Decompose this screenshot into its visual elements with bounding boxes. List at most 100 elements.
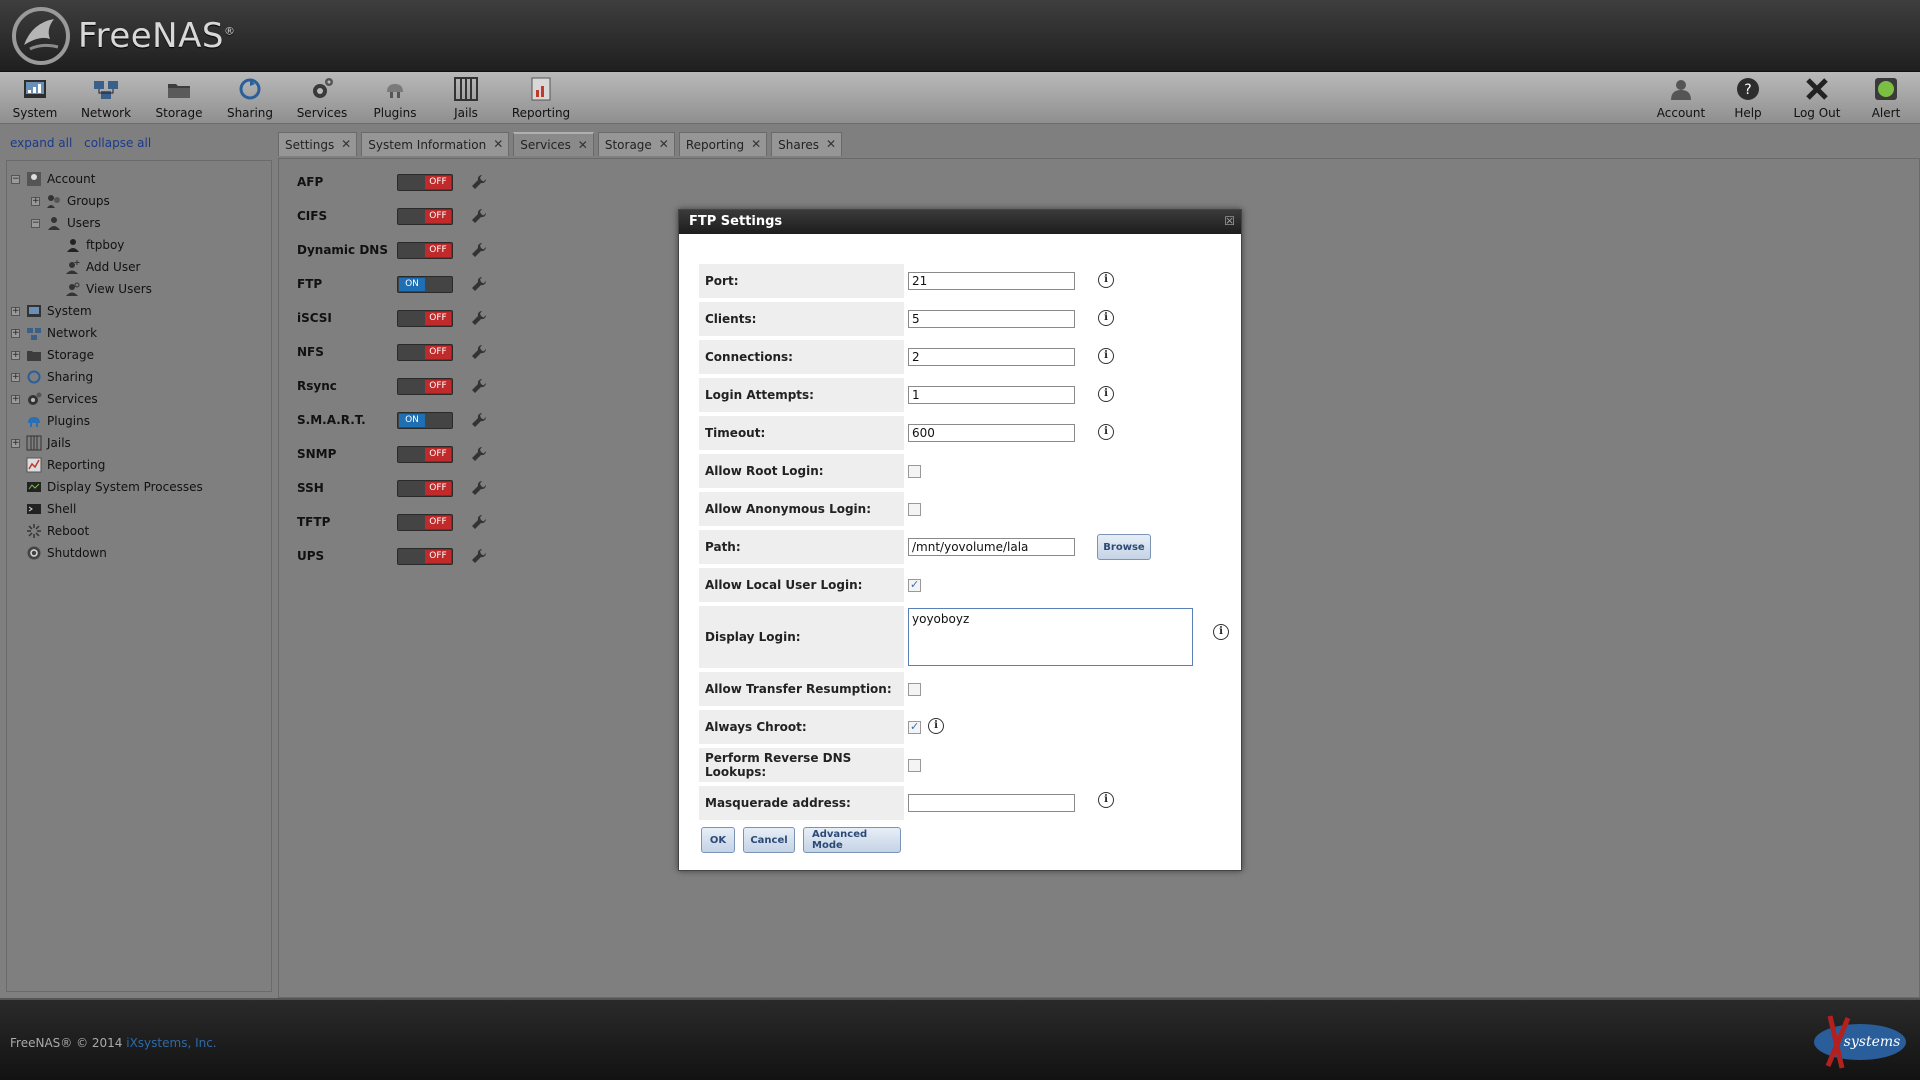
browse-button[interactable]: Browse	[1097, 534, 1151, 560]
expand-icon[interactable]: +	[11, 328, 20, 338]
tree-item-groups[interactable]: + Groups	[31, 191, 110, 211]
tree-item-shell[interactable]: Shell	[26, 499, 76, 519]
expand-icon[interactable]: +	[11, 438, 20, 448]
info-icon[interactable]: i	[1098, 386, 1114, 402]
info-icon[interactable]: i	[928, 718, 944, 734]
info-icon[interactable]: i	[1098, 792, 1114, 808]
tree-item-view-users[interactable]: View Users	[65, 279, 152, 299]
wrench-icon[interactable]	[471, 242, 487, 258]
expand-icon[interactable]: +	[11, 306, 20, 316]
toolbar-alert-button[interactable]: Alert	[1866, 76, 1906, 122]
service-toggle[interactable]: OFF	[397, 207, 453, 225]
toolbar-jails-button[interactable]: Jails	[448, 76, 484, 122]
reverse-dns-checkbox[interactable]	[908, 759, 921, 772]
expand-icon[interactable]: +	[31, 196, 40, 206]
tab-settings[interactable]: Settings ✕	[278, 132, 358, 156]
port-input[interactable]	[908, 272, 1075, 290]
service-toggle[interactable]: OFF	[397, 343, 453, 361]
toolbar-account-button[interactable]: Account	[1656, 76, 1706, 122]
tree-item-reporting[interactable]: Reporting	[26, 455, 105, 475]
close-tab-icon[interactable]: ✕	[578, 138, 588, 152]
close-tab-icon[interactable]: ✕	[659, 137, 669, 151]
service-toggle[interactable]: OFF	[397, 377, 453, 395]
tree-item-services[interactable]: + Services	[11, 389, 98, 409]
service-toggle[interactable]: OFF	[397, 241, 453, 259]
tree-item-jails[interactable]: + Jails	[11, 433, 71, 453]
toolbar-help-button[interactable]: ? Help	[1728, 76, 1768, 122]
close-tab-icon[interactable]: ✕	[341, 137, 351, 151]
wrench-icon[interactable]	[471, 378, 487, 394]
toolbar-services-button[interactable]: Services	[296, 76, 348, 122]
tree-item-display-system-processes[interactable]: Display System Processes	[26, 477, 203, 497]
toolbar-logout-button[interactable]: Log Out	[1792, 76, 1842, 122]
close-tab-icon[interactable]: ✕	[826, 137, 836, 151]
path-input[interactable]	[908, 538, 1075, 556]
tab-services[interactable]: Services ✕	[513, 132, 594, 156]
info-icon[interactable]: i	[1098, 348, 1114, 364]
allow-anonymous-login-checkbox[interactable]	[908, 503, 921, 516]
masquerade-address-input[interactable]	[908, 794, 1075, 812]
close-tab-icon[interactable]: ✕	[751, 137, 761, 151]
service-toggle[interactable]: ON	[397, 275, 453, 293]
tree-item-reboot[interactable]: Reboot	[26, 521, 89, 541]
allow-root-login-checkbox[interactable]	[908, 465, 921, 478]
tree-item-system[interactable]: + System	[11, 301, 92, 321]
toolbar-system-button[interactable]: System	[13, 76, 57, 122]
service-toggle[interactable]: OFF	[397, 513, 453, 531]
wrench-icon[interactable]	[471, 208, 487, 224]
info-icon[interactable]: i	[1098, 310, 1114, 326]
wrench-icon[interactable]	[471, 480, 487, 496]
close-tab-icon[interactable]: ✕	[493, 137, 503, 151]
allow-transfer-resumption-checkbox[interactable]	[908, 683, 921, 696]
wrench-icon[interactable]	[471, 276, 487, 292]
wrench-icon[interactable]	[471, 174, 487, 190]
service-toggle[interactable]: OFF	[397, 479, 453, 497]
service-toggle[interactable]: OFF	[397, 547, 453, 565]
info-icon[interactable]: i	[1098, 272, 1114, 288]
toolbar-plugins-button[interactable]: Plugins	[372, 76, 418, 122]
display-login-textarea[interactable]: yoyoboyz	[908, 608, 1193, 666]
expand-icon[interactable]: +	[11, 350, 20, 360]
toolbar-sharing-button[interactable]: Sharing	[226, 76, 274, 122]
collapse-icon[interactable]: −	[11, 174, 20, 184]
service-toggle[interactable]: ON	[397, 411, 453, 429]
ixsystems-link[interactable]: iXsystems, Inc.	[126, 1036, 216, 1050]
ok-button[interactable]: OK	[701, 827, 735, 853]
tab-storage[interactable]: Storage ✕	[597, 132, 675, 156]
tree-item-network[interactable]: + Network	[11, 323, 97, 343]
tab-shares[interactable]: Shares ✕	[771, 132, 843, 156]
cancel-button[interactable]: Cancel	[743, 827, 795, 853]
service-toggle[interactable]: OFF	[397, 445, 453, 463]
expand-all-link[interactable]: expand all	[10, 136, 72, 150]
wrench-icon[interactable]	[471, 446, 487, 462]
toolbar-storage-button[interactable]: Storage	[156, 76, 202, 122]
info-icon[interactable]: i	[1098, 424, 1114, 440]
wrench-icon[interactable]	[471, 344, 487, 360]
tree-item-shutdown[interactable]: Shutdown	[26, 543, 107, 563]
tree-item-ftpboy[interactable]: ftpboy	[65, 235, 124, 255]
advanced-mode-button[interactable]: Advanced Mode	[803, 827, 901, 853]
always-chroot-checkbox[interactable]	[908, 720, 921, 734]
collapse-all-link[interactable]: collapse all	[84, 136, 151, 150]
expand-icon[interactable]: +	[11, 372, 20, 382]
info-icon[interactable]: i	[1213, 624, 1229, 640]
close-dialog-icon[interactable]: ☒	[1224, 214, 1235, 228]
clients-input[interactable]	[908, 310, 1075, 328]
timeout-input[interactable]	[908, 424, 1075, 442]
wrench-icon[interactable]	[471, 412, 487, 428]
wrench-icon[interactable]	[471, 310, 487, 326]
tab-reporting[interactable]: Reporting ✕	[678, 132, 768, 156]
tree-item-account[interactable]: − Account	[11, 169, 95, 189]
connections-input[interactable]	[908, 348, 1075, 366]
toolbar-reporting-button[interactable]: Reporting	[512, 76, 570, 122]
tree-item-users[interactable]: − Users	[31, 213, 101, 233]
tree-item-sharing[interactable]: + Sharing	[11, 367, 93, 387]
tree-item-add-user[interactable]: Add User	[65, 257, 140, 277]
wrench-icon[interactable]	[471, 548, 487, 564]
service-toggle[interactable]: OFF	[397, 173, 453, 191]
tree-item-storage[interactable]: + Storage	[11, 345, 94, 365]
wrench-icon[interactable]	[471, 514, 487, 530]
login-attempts-input[interactable]	[908, 386, 1075, 404]
service-toggle[interactable]: OFF	[397, 309, 453, 327]
tree-item-plugins[interactable]: Plugins	[26, 411, 90, 431]
